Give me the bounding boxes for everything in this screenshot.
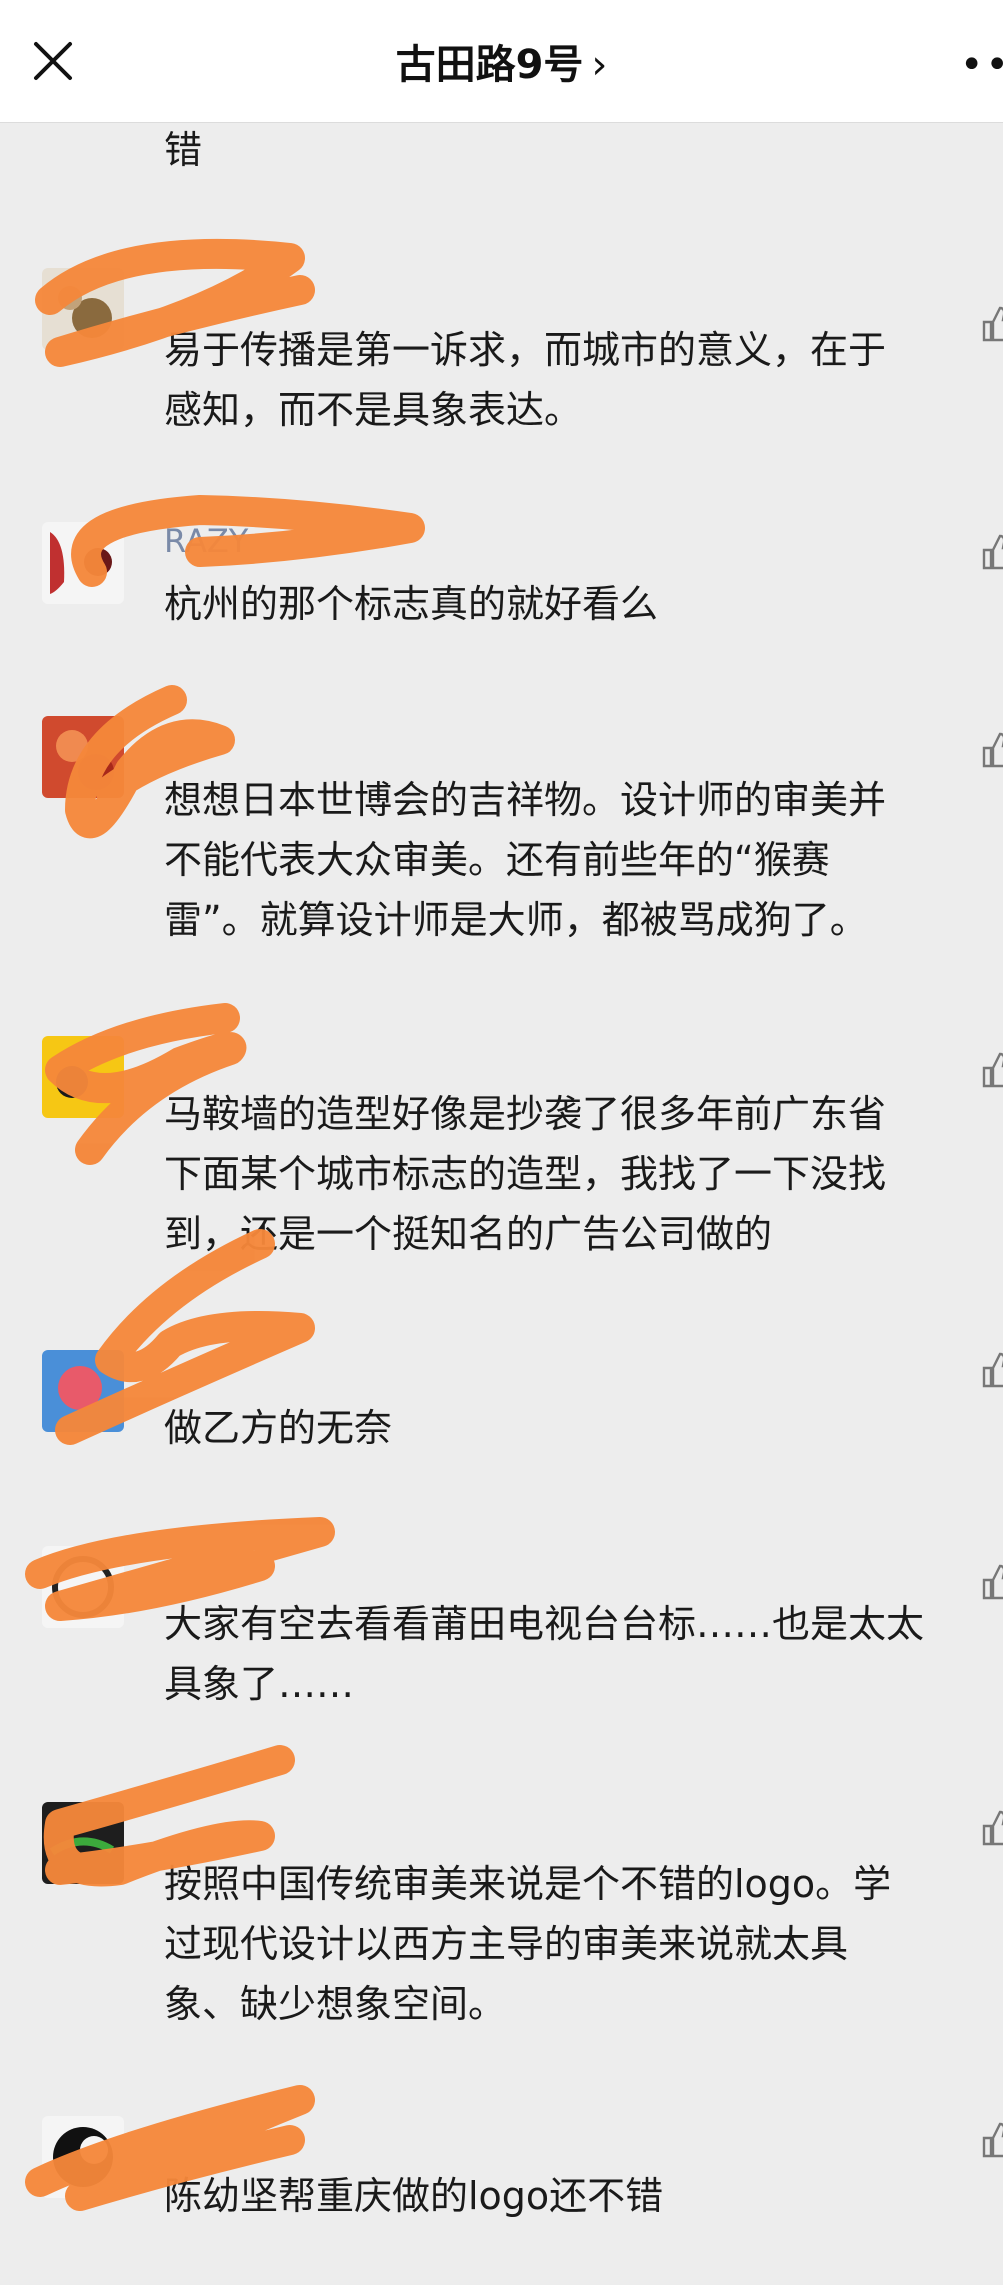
page-title-text: 古田路9号 bbox=[395, 42, 584, 88]
avatar[interactable] bbox=[42, 522, 124, 604]
comment-text: 大家有空去看看莆田电视台台标……也是太太 具象了…… bbox=[164, 1602, 925, 1706]
avatar[interactable] bbox=[42, 1546, 124, 1628]
like-button[interactable] bbox=[980, 1808, 1003, 1848]
comment-text: 易于传播是第一诉求，而城市的意义，在于 感知，而不是具象表达。 bbox=[164, 328, 887, 432]
thumbs-up-icon bbox=[982, 534, 1003, 570]
avatar[interactable] bbox=[42, 1350, 124, 1432]
comment-text: 马鞍墙的造型好像是抄袭了很多年前广东省 下面某个城市标志的造型，我找了一下没找 … bbox=[164, 1092, 887, 1256]
top-bar: 古田路9号› •• bbox=[0, 0, 1003, 123]
page-title[interactable]: 古田路9号 › bbox=[0, 32, 1003, 90]
comment-text: 按照中国传统审美来说是个不错的logo。学 过现代设计以西方主导的审美来说就太具… bbox=[164, 1862, 892, 2026]
thumbs-up-icon bbox=[982, 1810, 1003, 1846]
avatar[interactable] bbox=[42, 1802, 124, 1884]
avatar[interactable] bbox=[42, 716, 124, 798]
comment-text: 杭州的那个标志真的就好看么 bbox=[164, 582, 659, 626]
comment-text: 陈幼坚帮重庆做的logo还不错 bbox=[164, 2174, 664, 2218]
more-button[interactable]: •• bbox=[960, 42, 1003, 88]
more-dots-icon: •• bbox=[959, 42, 1003, 88]
like-button[interactable] bbox=[980, 1562, 1003, 1602]
avatar[interactable] bbox=[42, 268, 124, 350]
avatar[interactable] bbox=[42, 1036, 124, 1118]
comment-text: 错 bbox=[164, 128, 203, 172]
like-button[interactable] bbox=[980, 1350, 1003, 1390]
comment-author[interactable]: RAZY bbox=[164, 522, 248, 560]
comment-text: 想想日本世博会的吉祥物。设计师的审美并 不能代表大众审美。还有前些年的“猴赛 雷… bbox=[164, 778, 887, 942]
like-button[interactable] bbox=[980, 2120, 1003, 2160]
like-button[interactable] bbox=[980, 1050, 1003, 1090]
thumbs-up-icon bbox=[982, 1352, 1003, 1388]
chevron-right-icon: › bbox=[591, 42, 608, 88]
thumbs-up-icon bbox=[982, 1564, 1003, 1600]
like-button[interactable] bbox=[980, 304, 1003, 344]
comment-text: 做乙方的无奈 bbox=[164, 1406, 393, 1450]
avatar[interactable] bbox=[42, 2116, 124, 2198]
thumbs-up-icon bbox=[982, 732, 1003, 768]
like-button[interactable] bbox=[980, 532, 1003, 572]
thumbs-up-icon bbox=[982, 306, 1003, 342]
comments-screen: 古田路9号› •• 错 易于传播是第一诉求，而城市的意义，在于 感知，而不是具象… bbox=[0, 0, 1003, 2285]
like-button[interactable] bbox=[980, 730, 1003, 770]
thumbs-up-icon bbox=[982, 1052, 1003, 1088]
thumbs-up-icon bbox=[982, 2122, 1003, 2158]
